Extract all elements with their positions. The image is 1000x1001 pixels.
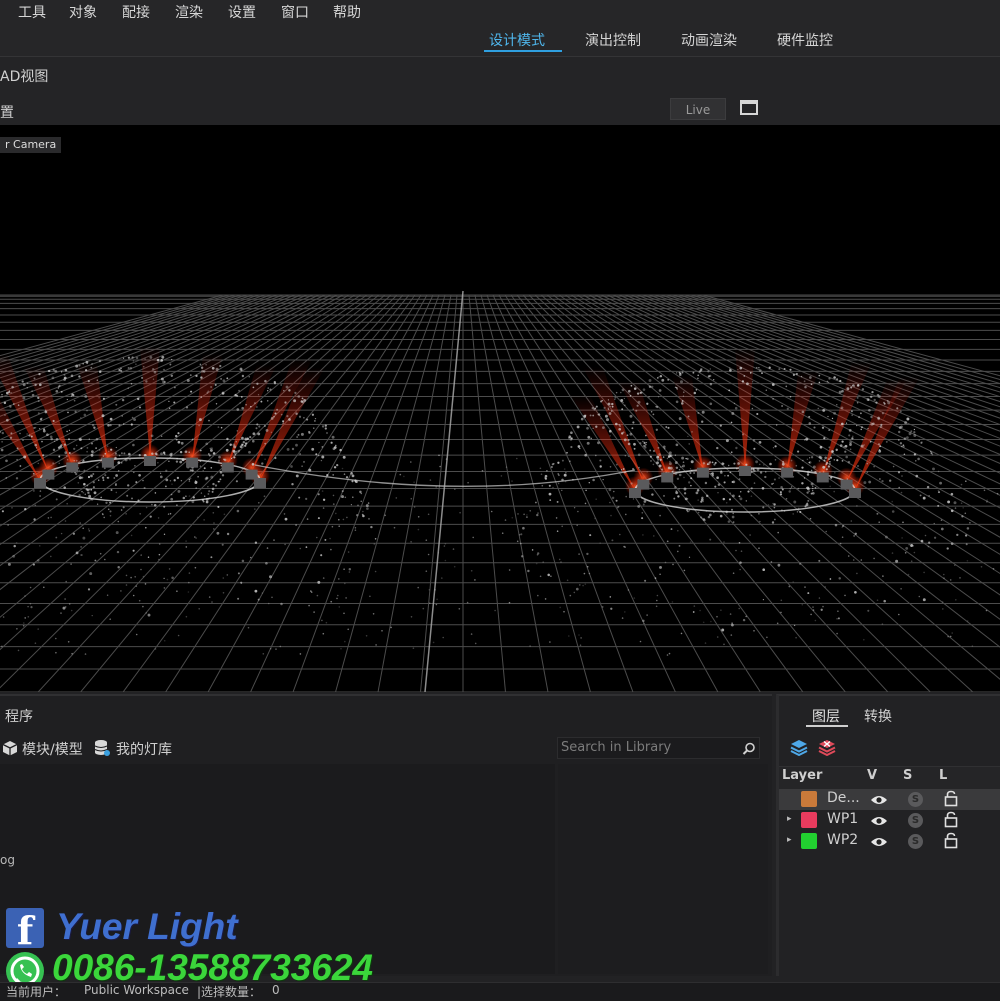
tab-design-mode[interactable]: 设计模式 <box>489 30 545 50</box>
status-selection-value: 0 <box>272 983 280 997</box>
column-solo: S <box>903 768 912 783</box>
tab-animation-render[interactable]: 动画渲染 <box>681 30 737 50</box>
layer-row[interactable]: De... S <box>779 789 1000 810</box>
menu-bar: 工具 对象 配接 渲染 设置 窗口 帮助 <box>0 0 1000 24</box>
mode-tab-bar: 设计模式 演出控制 动画渲染 硬件监控 <box>0 24 1000 57</box>
layer-row[interactable]: ▸ WP1 S <box>779 810 1000 831</box>
menu-settings[interactable]: 设置 <box>228 2 256 22</box>
eye-icon[interactable] <box>870 792 888 806</box>
cube-icon <box>2 740 18 756</box>
tab-hardware-monitor[interactable]: 硬件监控 <box>777 30 833 50</box>
list-item[interactable]: og <box>0 853 15 867</box>
eye-icon[interactable] <box>870 813 888 827</box>
active-tab-indicator <box>484 50 562 52</box>
search-placeholder: Search in Library <box>561 740 671 755</box>
viewport-title: AD视图 <box>0 66 48 86</box>
menu-help[interactable]: 帮助 <box>333 2 361 22</box>
eye-icon[interactable] <box>870 834 888 848</box>
viewport-toolbar: 置 <box>0 93 1000 125</box>
unlock-icon[interactable] <box>944 811 958 828</box>
database-icon <box>94 739 110 757</box>
viewport-header: AD视图 <box>0 57 1000 93</box>
camera-label: r Camera <box>0 137 61 153</box>
status-user-label: 当前用户： <box>6 983 66 1000</box>
layers-tab-indicator <box>806 725 848 727</box>
tab-show-control[interactable]: 演出控制 <box>585 30 641 50</box>
layer-name: WP2 <box>827 832 858 848</box>
tab-models[interactable]: 模块/模型 <box>22 739 83 759</box>
layer-color-swatch[interactable] <box>801 812 817 828</box>
search-icon[interactable] <box>742 741 756 755</box>
facebook-icon: f <box>6 908 44 948</box>
window-maximize-icon[interactable] <box>740 100 758 115</box>
3d-viewport[interactable] <box>0 125 1000 692</box>
unlock-icon[interactable] <box>944 790 958 807</box>
expand-arrow-icon[interactable]: ▸ <box>787 835 792 845</box>
layer-color-swatch[interactable] <box>801 791 817 807</box>
tab-layers[interactable]: 图层 <box>812 706 840 726</box>
menu-window[interactable]: 窗口 <box>281 2 309 22</box>
menu-patch[interactable]: 配接 <box>122 2 150 22</box>
search-input[interactable]: Search in Library <box>557 737 760 759</box>
solo-icon[interactable]: S <box>908 813 923 828</box>
unlock-icon[interactable] <box>944 832 958 849</box>
layers-remove-icon[interactable] <box>818 738 836 756</box>
column-layer: Layer <box>782 768 822 783</box>
layer-name: De... <box>827 790 860 806</box>
solo-icon[interactable]: S <box>908 792 923 807</box>
viewport-scene <box>0 125 1000 692</box>
menu-render[interactable]: 渲染 <box>175 2 203 22</box>
library-detail-pane <box>558 764 768 974</box>
column-lock: L <box>939 768 947 783</box>
column-visible: V <box>867 768 877 783</box>
tab-convert[interactable]: 转换 <box>864 706 892 726</box>
viewport-settings-label[interactable]: 置 <box>0 102 14 122</box>
layer-name: WP1 <box>827 811 858 827</box>
watermark-brand: Yuer Light <box>56 906 238 948</box>
layer-color-swatch[interactable] <box>801 833 817 849</box>
tab-my-library[interactable]: 我的灯库 <box>116 739 172 759</box>
layers-add-icon[interactable] <box>790 738 808 756</box>
program-panel-title: 程序 <box>5 706 33 726</box>
menu-object[interactable]: 对象 <box>69 2 97 22</box>
live-button[interactable]: Live <box>670 98 726 120</box>
expand-arrow-icon[interactable]: ▸ <box>787 814 792 824</box>
solo-icon[interactable]: S <box>908 834 923 849</box>
status-selection-label: |选择数量： <box>197 983 261 1000</box>
menu-tools[interactable]: 工具 <box>18 2 46 22</box>
status-user-value: Public Workspace <box>84 983 189 997</box>
layer-row[interactable]: ▸ WP2 S <box>779 831 1000 852</box>
